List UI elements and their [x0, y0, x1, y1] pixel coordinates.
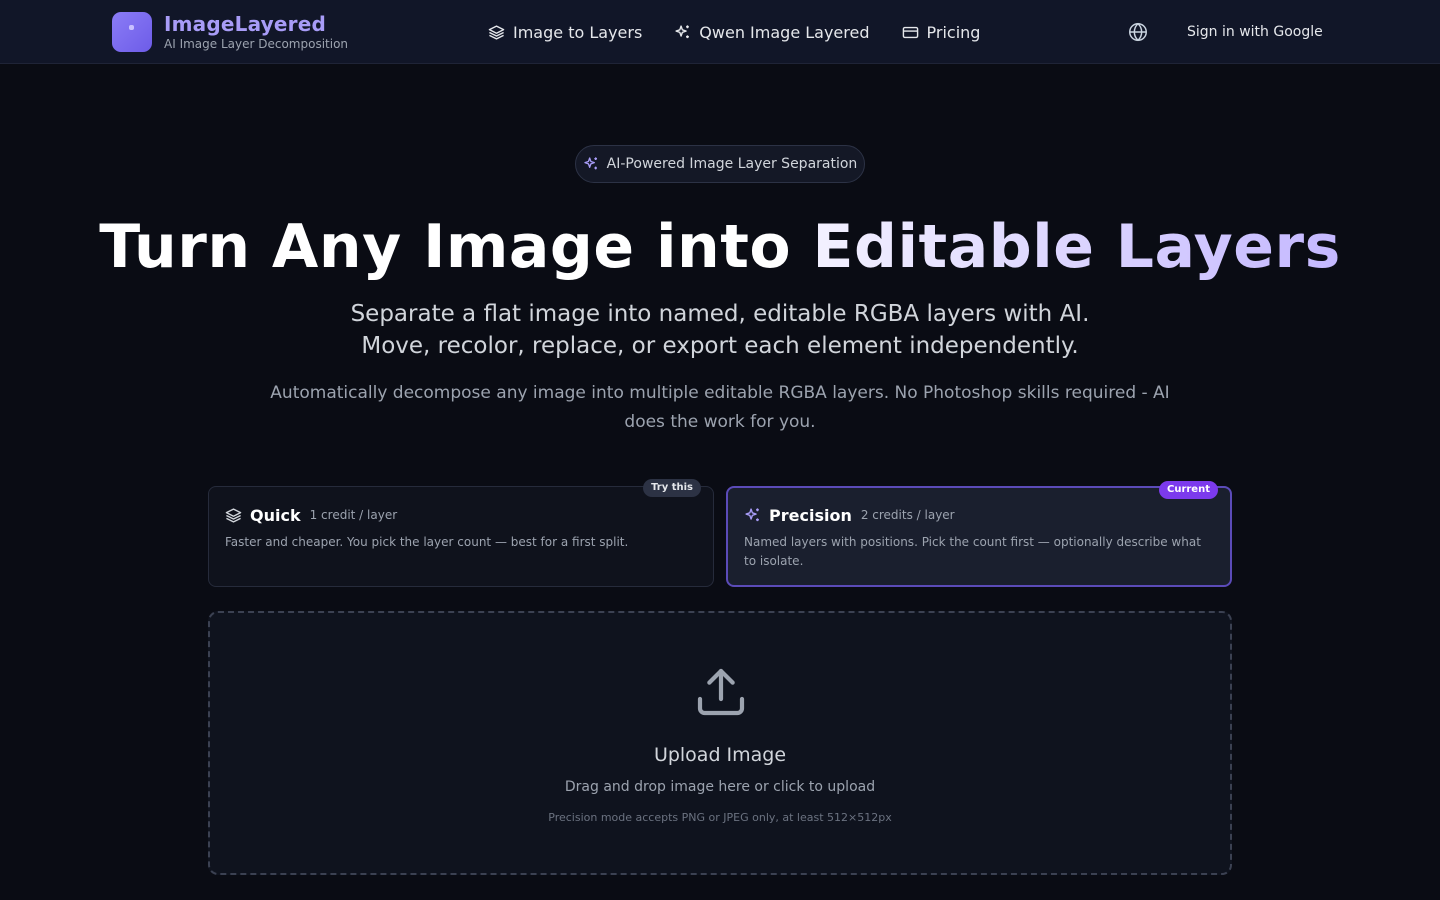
mode-description: Faster and cheaper. You pick the layer c…: [225, 535, 629, 549]
layers-icon: [225, 507, 242, 523]
upload-format-note: Precision mode accepts PNG or JPEG only,…: [548, 811, 892, 824]
nav-item-pricing[interactable]: Pricing: [902, 22, 981, 42]
try-this-badge: Try this: [643, 479, 701, 497]
current-badge: Current: [1158, 481, 1218, 499]
nav-item-qwen-image-layered[interactable]: Qwen Image Layered: [674, 22, 870, 42]
brand-link[interactable]: ImageLayered AI Image Layer Decompositio…: [112, 12, 348, 52]
sign-in-google-button[interactable]: Sign in with Google: [1187, 0, 1323, 64]
sparkles-icon: [745, 507, 759, 521]
hero-subtitle: Separate a flat image into named, editab…: [0, 298, 1440, 362]
nav-item-label: Qwen Image Layered: [699, 22, 870, 42]
main-nav: Image to Layers Qwen Image Layered Prici…: [488, 0, 1012, 64]
upload-title: Upload Image: [653, 744, 787, 766]
layers-icon: [488, 24, 505, 40]
hero-description: Automatically decompose any image into m…: [270, 383, 1170, 432]
upload-icon: [697, 668, 745, 716]
top-navbar: ImageLayered AI Image Layer Decompositio…: [0, 0, 1440, 64]
sparkles-icon: [584, 157, 597, 170]
mode-description: Named layers with positions. Pick the co…: [744, 535, 1201, 568]
globe-icon[interactable]: [1127, 21, 1149, 43]
page-title-highlight: Editable Layers: [812, 212, 1341, 282]
hero-subtitle-line: Move, recolor, replace, or export each e…: [361, 333, 1079, 359]
mode-card-quick[interactable]: Try this Quick 1 credit / layer Faster a…: [208, 479, 714, 587]
hero-badge: AI-Powered Image Layer Separation: [575, 145, 865, 183]
sparkles-icon: [675, 24, 690, 38]
nav-item-image-to-layers[interactable]: Image to Layers: [488, 23, 642, 42]
hero-subtitle-line: Separate a flat image into named, editab…: [350, 301, 1090, 327]
mode-card-precision[interactable]: Current Precision 2 credits / layer Name…: [726, 481, 1232, 587]
page-title-plain: Turn Any Image into: [99, 212, 813, 282]
mode-cost: 1 credit / layer: [309, 508, 398, 522]
upload-hint: Drag and drop image here or click to upl…: [564, 779, 876, 795]
hero-badge-label: AI-Powered Image Layer Separation: [606, 156, 858, 172]
upload-dropzone[interactable]: Upload Image Drag and drop image here or…: [208, 611, 1232, 875]
logo-icon: [112, 12, 152, 52]
credit-card-icon: [902, 26, 918, 38]
nav-item-label: Pricing: [926, 22, 981, 42]
brand-name: ImageLayered: [164, 12, 327, 36]
mode-cost: 2 credits / layer: [860, 508, 955, 522]
nav-item-label: Image to Layers: [513, 22, 643, 42]
brand-tagline: AI Image Layer Decomposition: [164, 37, 349, 51]
page-title: Turn Any Image into Editable Layers: [0, 208, 1440, 286]
mode-title: Precision: [769, 505, 852, 525]
mode-title: Quick: [250, 505, 301, 525]
